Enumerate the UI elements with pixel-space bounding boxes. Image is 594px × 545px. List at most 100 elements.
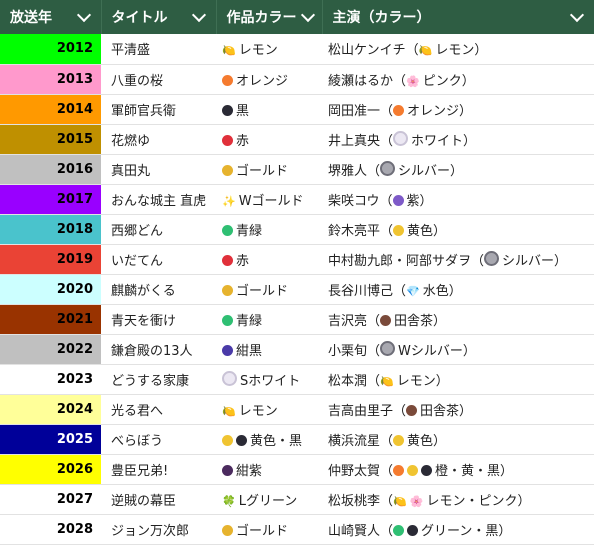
year-cell[interactable]: 2016 bbox=[0, 154, 101, 185]
table-row[interactable]: 2028 ジョン万次郎 ゴールド 山崎賢人（ グリーン・黒） bbox=[0, 514, 594, 545]
lead-name: 堺雅人 bbox=[328, 163, 368, 179]
title-cell[interactable]: 麒麟がくる bbox=[101, 274, 216, 305]
color-cell[interactable]: ゴールド bbox=[216, 274, 322, 305]
table-row[interactable]: 2025 べらぼう 黄色・黒 横浜流星（ 黄色） bbox=[0, 424, 594, 455]
title-cell[interactable]: おんな城主 直虎 bbox=[101, 184, 216, 215]
title-cell[interactable]: 真田丸 bbox=[101, 154, 216, 185]
table-row[interactable]: 2012 平清盛 🍋 レモン 松山ケンイチ（🍋 レモン） bbox=[0, 34, 594, 65]
lead-cell[interactable]: 堺雅人（ シルバー） bbox=[322, 154, 594, 185]
year-cell[interactable]: 2012 bbox=[0, 34, 101, 65]
color-label: 青緑 bbox=[236, 313, 263, 329]
chevron-down-icon[interactable] bbox=[569, 7, 584, 22]
title-cell[interactable]: いだてん bbox=[101, 244, 216, 275]
title-cell[interactable]: 青天を衝け bbox=[101, 304, 216, 335]
year-cell[interactable]: 2013 bbox=[0, 64, 101, 95]
table-row[interactable]: 2020 麒麟がくる ゴールド 長谷川博己（💎 水色） bbox=[0, 274, 594, 305]
table-row[interactable]: 2013 八重の桜 オレンジ 綾瀬はるか（🌸 ピンク） bbox=[0, 64, 594, 95]
title-cell[interactable]: 鎌倉殿の13人 bbox=[101, 334, 216, 365]
year-cell[interactable]: 2027 bbox=[0, 484, 101, 515]
table-row[interactable]: 2021 青天を衝け 青緑 吉沢亮（ 田舎茶） bbox=[0, 304, 594, 335]
lead-cell[interactable]: 綾瀬はるか（🌸 ピンク） bbox=[322, 64, 594, 95]
paren-open: （ bbox=[367, 313, 381, 329]
year-cell[interactable]: 2018 bbox=[0, 214, 101, 245]
year-cell[interactable]: 2015 bbox=[0, 124, 101, 155]
data-table: 放送年 タイトル 作品カラー 主演（カラー） 2012 平清盛 🍋 レモン 松山ケンイチ… bbox=[0, 0, 594, 545]
color-cell[interactable]: ✨ Wゴールド bbox=[216, 184, 322, 215]
title-cell[interactable]: 八重の桜 bbox=[101, 64, 216, 95]
lead-cell[interactable]: 中村勘九郎・阿部サダヲ（ シルバー） bbox=[322, 244, 594, 275]
chevron-down-icon[interactable] bbox=[191, 7, 206, 22]
year-cell[interactable]: 2026 bbox=[0, 454, 101, 485]
year-cell[interactable]: 2025 bbox=[0, 424, 101, 455]
year-cell[interactable]: 2017 bbox=[0, 184, 101, 215]
color-cell[interactable]: 黒 bbox=[216, 94, 322, 125]
table-row[interactable]: 2026 豊臣兄弟! 紺紫 仲野太賀（ 橙・黄・黒） bbox=[0, 454, 594, 485]
table-row[interactable]: 2017 おんな城主 直虎 ✨ Wゴールド 柴咲コウ（ 紫） bbox=[0, 184, 594, 215]
year-cell[interactable]: 2020 bbox=[0, 274, 101, 305]
title-cell[interactable]: 西郷どん bbox=[101, 214, 216, 245]
year-cell[interactable]: 2019 bbox=[0, 244, 101, 275]
color-cell[interactable]: 赤 bbox=[216, 244, 322, 275]
table-row[interactable]: 2027 逆賊の幕臣 🍀 Lグリーン 松坂桃李（🍋 🌸 レモン・ピンク） bbox=[0, 484, 594, 515]
table-row[interactable]: 2022 鎌倉殿の13人 紺黒 小栗旬（ Wシルバー） bbox=[0, 334, 594, 365]
color-cell[interactable]: 紺紫 bbox=[216, 454, 322, 485]
title-cell[interactable]: ジョン万次郎 bbox=[101, 514, 216, 545]
title-cell[interactable]: 平清盛 bbox=[101, 34, 216, 65]
table-row[interactable]: 2016 真田丸 ゴールド 堺雅人（ シルバー） bbox=[0, 154, 594, 185]
lead-cell[interactable]: 鈴木亮平（ 黄色） bbox=[322, 214, 594, 245]
chevron-down-icon[interactable] bbox=[300, 7, 315, 22]
color-cell[interactable]: 紺黒 bbox=[216, 334, 322, 365]
year-cell[interactable]: 2023 bbox=[0, 364, 101, 395]
lead-cell[interactable]: 吉高由里子（ 田舎茶） bbox=[322, 394, 594, 425]
lead-cell[interactable]: 松坂桃李（🍋 🌸 レモン・ピンク） bbox=[322, 484, 594, 515]
title-cell[interactable]: 逆賊の幕臣 bbox=[101, 484, 216, 515]
table-row[interactable]: 2015 花燃ゆ 赤 井上真央（ ホワイト） bbox=[0, 124, 594, 155]
title-cell[interactable]: べらぼう bbox=[101, 424, 216, 455]
table-row[interactable]: 2019 いだてん 赤 中村勘九郎・阿部サダヲ（ シルバー） bbox=[0, 244, 594, 275]
title-cell[interactable]: 光る君へ bbox=[101, 394, 216, 425]
color-label: Sホワイト bbox=[240, 373, 301, 389]
color-cell[interactable]: Sホワイト bbox=[216, 364, 322, 395]
lead-cell[interactable]: 仲野太賀（ 橙・黄・黒） bbox=[322, 454, 594, 485]
color-cell[interactable]: オレンジ bbox=[216, 64, 322, 95]
year-cell[interactable]: 2024 bbox=[0, 394, 101, 425]
year-cell[interactable]: 2028 bbox=[0, 514, 101, 545]
color-cell[interactable]: 黄色・黒 bbox=[216, 424, 322, 455]
column-header-title[interactable]: タイトル bbox=[101, 0, 217, 34]
table-row[interactable]: 2024 光る君へ 🍋 レモン 吉高由里子（ 田舎茶） bbox=[0, 394, 594, 425]
table-row[interactable]: 2023 どうする家康 Sホワイト 松本潤（🍋 レモン） bbox=[0, 364, 594, 395]
title-cell[interactable]: どうする家康 bbox=[101, 364, 216, 395]
color-cell[interactable]: 青緑 bbox=[216, 304, 322, 335]
table-row[interactable]: 2018 西郷どん 青緑 鈴木亮平（ 黄色） bbox=[0, 214, 594, 245]
color-cell[interactable]: ゴールド bbox=[216, 154, 322, 185]
lead-cell[interactable]: 小栗旬（ Wシルバー） bbox=[322, 334, 594, 365]
lead-cell[interactable]: 吉沢亮（ 田舎茶） bbox=[322, 304, 594, 335]
table-row[interactable]: 2014 軍師官兵衛 黒 岡田准一（ オレンジ） bbox=[0, 94, 594, 125]
column-header-lead[interactable]: 主演（カラー） bbox=[322, 0, 594, 34]
color-cell[interactable]: 🍋 レモン bbox=[216, 34, 322, 65]
lead-cell[interactable]: 柴咲コウ（ 紫） bbox=[322, 184, 594, 215]
lead-cell[interactable]: 横浜流星（ 黄色） bbox=[322, 424, 594, 455]
title-cell[interactable]: 花燃ゆ bbox=[101, 124, 216, 155]
lead-name: 岡田准一 bbox=[328, 103, 381, 119]
year-cell[interactable]: 2022 bbox=[0, 334, 101, 365]
lead-cell[interactable]: 山崎賢人（ グリーン・黒） bbox=[322, 514, 594, 545]
lead-cell[interactable]: 長谷川博己（💎 水色） bbox=[322, 274, 594, 305]
lead-cell[interactable]: 岡田准一（ オレンジ） bbox=[322, 94, 594, 125]
color-cell[interactable]: 🍋 レモン bbox=[216, 394, 322, 425]
lead-cell[interactable]: 松本潤（🍋 レモン） bbox=[322, 364, 594, 395]
title-cell[interactable]: 軍師官兵衛 bbox=[101, 94, 216, 125]
year-cell[interactable]: 2021 bbox=[0, 304, 101, 335]
lead-cell[interactable]: 松山ケンイチ（🍋 レモン） bbox=[322, 34, 594, 65]
chevron-down-icon[interactable] bbox=[76, 7, 91, 22]
year-cell[interactable]: 2014 bbox=[0, 94, 101, 125]
color-cell[interactable]: 🍀 Lグリーン bbox=[216, 484, 322, 515]
color-cell[interactable]: 赤 bbox=[216, 124, 322, 155]
lead-cell[interactable]: 井上真央（ ホワイト） bbox=[322, 124, 594, 155]
column-header-color[interactable]: 作品カラー bbox=[216, 0, 323, 34]
color-cell[interactable]: 青緑 bbox=[216, 214, 322, 245]
title-cell[interactable]: 豊臣兄弟! bbox=[101, 454, 216, 485]
lead-name: 横浜流星 bbox=[328, 433, 381, 449]
color-cell[interactable]: ゴールド bbox=[216, 514, 322, 545]
column-header-year[interactable]: 放送年 bbox=[0, 0, 102, 34]
